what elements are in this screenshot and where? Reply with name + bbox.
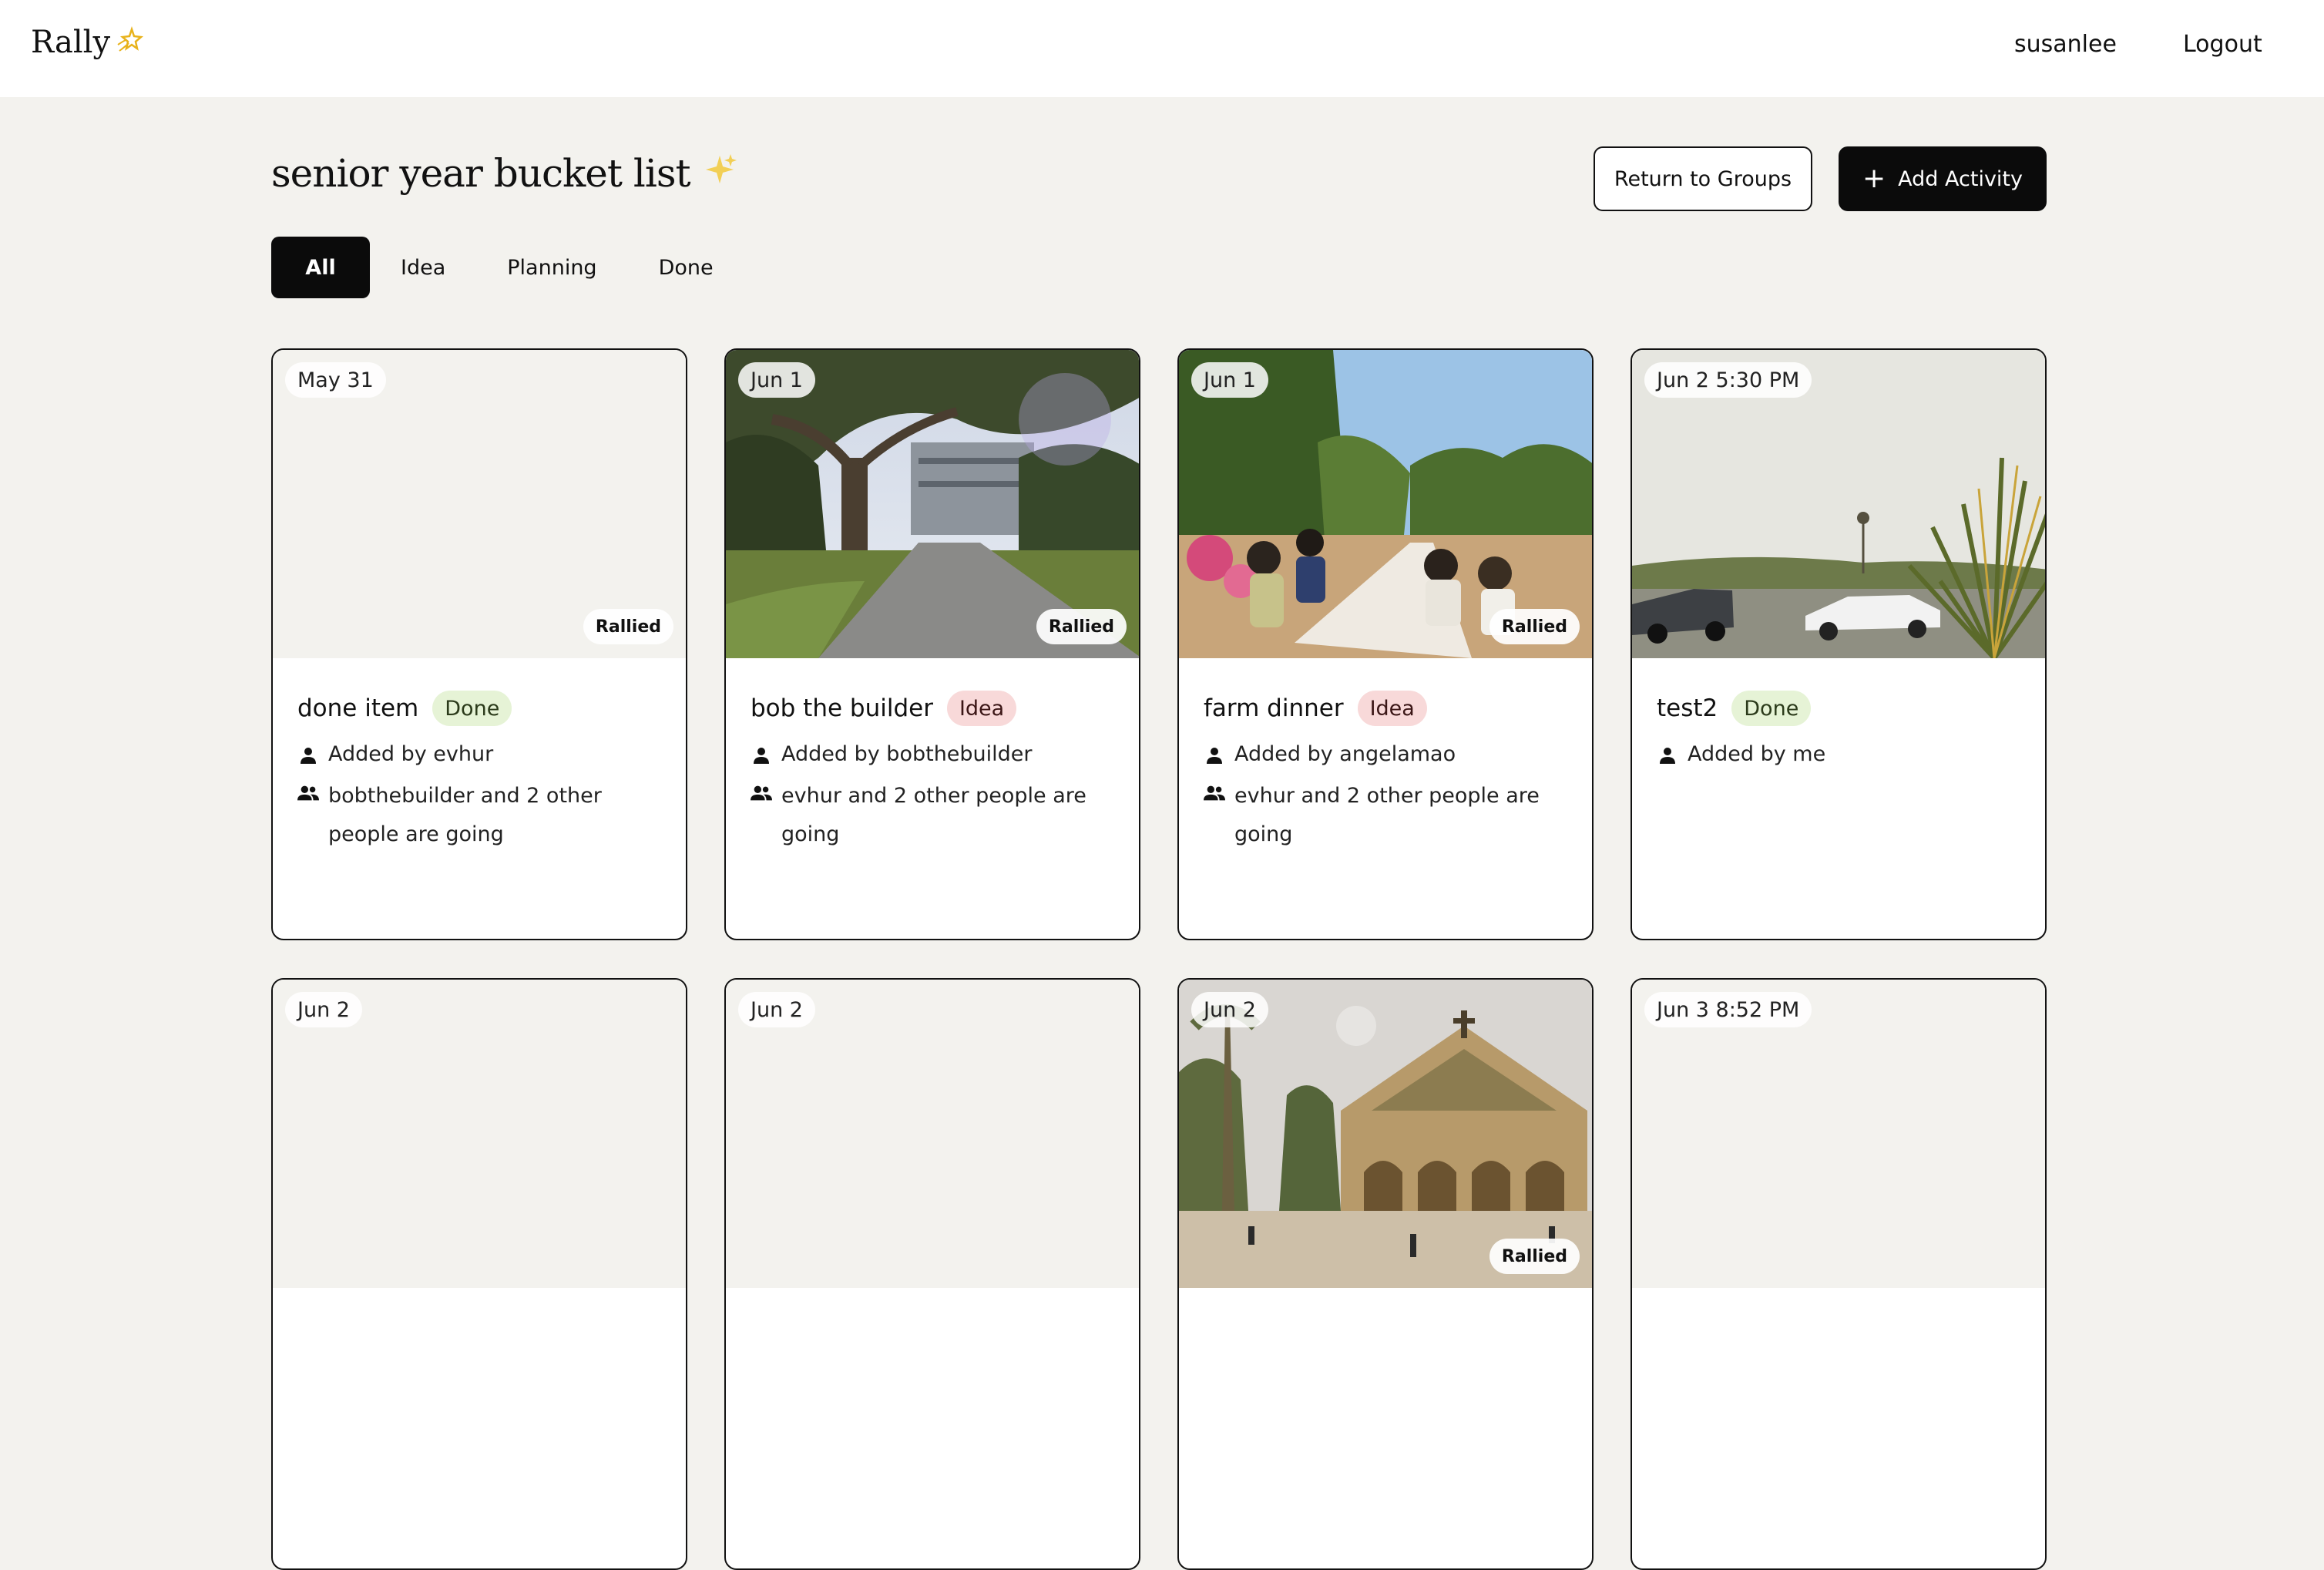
logout-link[interactable]: Logout (2183, 31, 2262, 58)
status-filter-tabs: All Idea Planning Done (271, 237, 744, 298)
going-text: bobthebuilder and 2 other people are goi… (328, 784, 602, 846)
date-chip: Jun 2 (1191, 992, 1268, 1027)
date-chip: May 31 (285, 362, 386, 398)
group-title: senior year bucket list (271, 151, 691, 196)
going-text: evhur and 2 other people are going (1234, 784, 1540, 846)
card-image-placeholder: May 31 Rallied (273, 350, 686, 658)
person-icon (297, 741, 319, 765)
date-chip: Jun 2 (285, 992, 362, 1027)
page-title: senior year bucket list (271, 151, 738, 196)
brand-logo[interactable]: Rally (31, 23, 147, 61)
person-icon (1204, 741, 1225, 765)
activity-card[interactable]: Jun 2 Rallied (1177, 978, 1594, 1570)
card-photo-farm-dinner: Jun 1 Rallied (1179, 350, 1592, 658)
activity-card[interactable]: Jun 1 Rallied farm dinner Idea Added by … (1177, 348, 1594, 940)
going-text: evhur and 2 other people are going (781, 784, 1086, 846)
card-body: done item Done Added by evhur bobthebuil… (297, 689, 661, 854)
rallied-badge: Rallied (1489, 609, 1580, 644)
card-image-placeholder: Jun 2 (273, 980, 686, 1288)
status-badge: Idea (1357, 691, 1427, 726)
rallied-badge: Rallied (1489, 1239, 1580, 1274)
shooting-star-icon (116, 23, 147, 61)
return-to-groups-button[interactable]: Return to Groups (1594, 146, 1812, 211)
going-row: evhur and 2 other people are going (1204, 777, 1567, 854)
added-by-row: Added by me (1657, 741, 2020, 768)
card-title: bob the builder (751, 694, 933, 722)
date-chip: Jun 3 8:52 PM (1644, 992, 1812, 1027)
people-icon (297, 777, 319, 802)
status-badge: Done (432, 691, 512, 726)
status-badge: Done (1731, 691, 1812, 726)
activity-card[interactable]: May 31 Rallied done item Done Added by e… (271, 348, 687, 940)
card-title: farm dinner (1204, 694, 1344, 722)
activity-card[interactable]: Jun 2 (271, 978, 687, 1570)
add-activity-button[interactable]: + Add Activity (1839, 146, 2047, 211)
tab-planning[interactable]: Planning (476, 237, 627, 298)
added-by-text: Added by evhur (328, 742, 494, 766)
card-image-placeholder: Jun 3 8:52 PM (1632, 980, 2045, 1288)
person-icon (1657, 741, 1678, 765)
tab-all[interactable]: All (271, 237, 370, 298)
card-photo-campus-path: Jun 1 Rallied (726, 350, 1139, 658)
card-body: test2 Done Added by me (1657, 689, 2020, 768)
activity-card[interactable]: Jun 3 8:52 PM (1630, 978, 2047, 1570)
date-chip: Jun 2 5:30 PM (1644, 362, 1812, 398)
card-title: test2 (1657, 694, 1718, 722)
tab-done[interactable]: Done (628, 237, 744, 298)
added-by-row: Added by evhur (297, 741, 661, 768)
rallied-badge: Rallied (583, 609, 673, 644)
card-photo-church: Jun 2 Rallied (1179, 980, 1592, 1288)
card-image-placeholder: Jun 2 (726, 980, 1139, 1288)
activity-card[interactable]: Jun 2 5:30 PM test2 Done Added by me (1630, 348, 2047, 940)
plus-icon: + (1862, 163, 1886, 194)
tab-idea[interactable]: Idea (370, 237, 476, 298)
going-row: bobthebuilder and 2 other people are goi… (297, 777, 661, 854)
date-chip: Jun 1 (738, 362, 815, 398)
rallied-badge: Rallied (1036, 609, 1127, 644)
status-badge: Idea (946, 691, 1017, 726)
card-body: bob the builder Idea Added by bobthebuil… (751, 689, 1114, 854)
people-icon (1204, 777, 1225, 802)
brand-name: Rally (31, 24, 111, 60)
added-by-text: Added by me (1688, 742, 1826, 766)
card-body: farm dinner Idea Added by angelamao evhu… (1204, 689, 1567, 854)
top-nav: Rally susanlee Logout (0, 0, 2324, 97)
added-by-text: Added by bobthebuilder (781, 742, 1033, 766)
sparkles-icon (701, 151, 738, 196)
date-chip: Jun 1 (1191, 362, 1268, 398)
card-title: done item (297, 694, 419, 722)
added-by-row: Added by angelamao (1204, 741, 1567, 768)
added-by-text: Added by angelamao (1234, 742, 1456, 766)
activity-card[interactable]: Jun 1 Rallied bob the builder Idea Added… (724, 348, 1140, 940)
person-icon (751, 741, 772, 765)
date-chip: Jun 2 (738, 992, 815, 1027)
going-row: evhur and 2 other people are going (751, 777, 1114, 854)
add-activity-label: Add Activity (1898, 166, 2023, 191)
people-icon (751, 777, 772, 802)
added-by-row: Added by bobthebuilder (751, 741, 1114, 768)
activity-card[interactable]: Jun 2 (724, 978, 1140, 1570)
current-username[interactable]: susanlee (2014, 31, 2117, 58)
card-photo-parking-lot: Jun 2 5:30 PM (1632, 350, 2045, 658)
